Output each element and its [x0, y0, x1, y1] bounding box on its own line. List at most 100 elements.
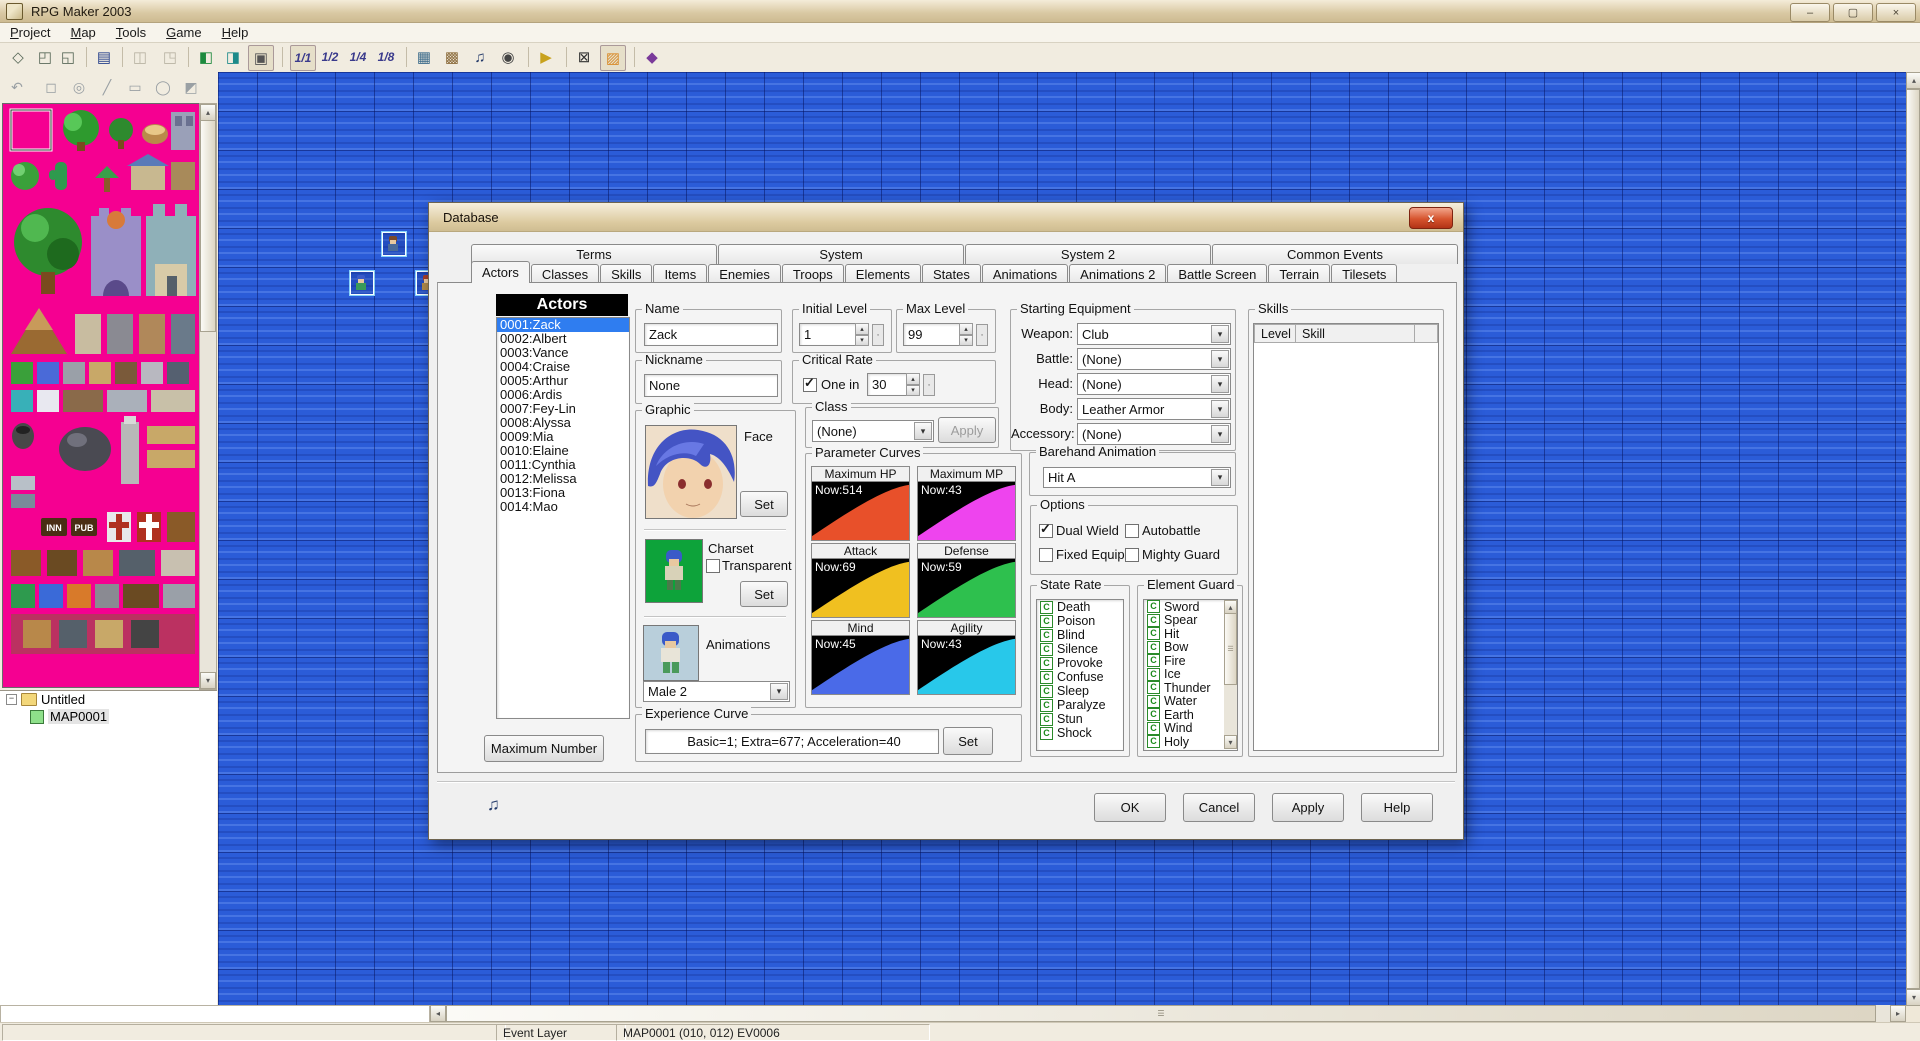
actor-item[interactable]: 0011:Cynthia — [497, 458, 629, 472]
map-event-1[interactable] — [382, 232, 406, 256]
curve-defense[interactable]: Defense Now:59 — [917, 543, 1016, 618]
tree-collapse-icon[interactable]: − — [6, 694, 17, 705]
save-icon[interactable]: ▤ — [92, 45, 116, 69]
state-item[interactable]: CBlind — [1037, 628, 1123, 642]
curve-agility[interactable]: Agility Now:43 — [917, 620, 1016, 695]
actors-list[interactable]: 0001:Zack 0002:Albert 0003:Vance 0004:Cr… — [496, 317, 630, 719]
element-scroll-up-icon[interactable]: ▴ — [1224, 600, 1237, 614]
chevron-down-icon[interactable]: ▾ — [1211, 350, 1229, 368]
map-scroll-down-icon[interactable]: ▾ — [1906, 989, 1920, 1006]
tileset-palette[interactable]: INN PUB — [2, 103, 200, 688]
rectangle-icon[interactable]: ▭ — [124, 76, 146, 98]
actor-item[interactable]: 0013:Fiona — [497, 486, 629, 500]
bgm-note-icon[interactable]: ♫ — [487, 795, 500, 815]
menu-help[interactable]: Help — [212, 25, 259, 40]
lower-layer-icon[interactable]: ◧ — [194, 45, 218, 69]
class-dropdown[interactable]: (None) ▾ — [812, 420, 934, 442]
map-scroll-right-icon[interactable]: ▸ — [1890, 1005, 1906, 1022]
curve-mind[interactable]: Mind Now:45 — [811, 620, 910, 695]
database-icon[interactable]: ▦ — [412, 45, 436, 69]
actor-item[interactable]: 0007:Fey-Lin — [497, 402, 629, 416]
actor-item[interactable]: 0004:Craise — [497, 360, 629, 374]
tab-battle-screen[interactable]: Battle Screen — [1167, 264, 1267, 283]
actor-item[interactable]: 0010:Elaine — [497, 444, 629, 458]
animation-set-dropdown[interactable]: Male 2 ▾ — [643, 681, 790, 702]
undo-icon[interactable]: ↶ — [6, 76, 28, 98]
state-rate-list[interactable]: CDeath CPoison CBlind CSilence CProvoke … — [1036, 599, 1124, 751]
skills-col-skill[interactable]: Skill — [1295, 324, 1421, 343]
tab-items[interactable]: Items — [653, 264, 707, 283]
select-icon[interactable]: ◻ — [40, 76, 62, 98]
palette-scroll-thumb[interactable] — [200, 120, 216, 332]
class-apply-button[interactable]: Apply — [938, 417, 996, 443]
map-event-2[interactable] — [350, 271, 374, 295]
face-image[interactable] — [645, 425, 737, 519]
tab-common-events[interactable]: Common Events — [1212, 244, 1458, 264]
initial-level-spin-extra[interactable]: ◦ — [872, 324, 884, 346]
curve-maximum-hp[interactable]: Maximum HP Now:514 — [811, 466, 910, 541]
actor-item[interactable]: 0005:Arthur — [497, 374, 629, 388]
weapon-dropdown[interactable]: Club▾ — [1077, 323, 1231, 345]
tab-enemies[interactable]: Enemies — [708, 264, 781, 283]
palette-scrollbar[interactable]: ▴ ▾ — [199, 103, 217, 690]
menu-tools[interactable]: Tools — [106, 25, 156, 40]
curve-attack[interactable]: Attack Now:69 — [811, 543, 910, 618]
critical-rate-spinner[interactable]: ▴▾ — [906, 373, 920, 396]
tree-root-row[interactable]: − Untitled — [0, 691, 217, 708]
actor-item[interactable]: 0001:Zack — [497, 318, 629, 332]
state-item[interactable]: CProvoke — [1037, 656, 1123, 670]
tab-troops[interactable]: Troops — [782, 264, 844, 283]
actor-item[interactable]: 0014:Mao — [497, 500, 629, 514]
zoom-1-1-button[interactable]: 1/1 — [290, 45, 316, 71]
spin-up-icon[interactable]: ▴ — [906, 373, 920, 385]
playtest-icon[interactable]: ▶ — [534, 45, 558, 69]
initial-level-spinner[interactable]: ▴▾ — [855, 323, 869, 346]
transparent-checkbox[interactable] — [706, 559, 720, 573]
actor-item[interactable]: 0003:Vance — [497, 346, 629, 360]
element-scroll-down-icon[interactable]: ▾ — [1224, 735, 1237, 749]
actor-item[interactable]: 0009:Mia — [497, 430, 629, 444]
state-item[interactable]: CShock — [1037, 726, 1123, 740]
tab-system[interactable]: System — [718, 244, 964, 264]
ellipse-icon[interactable]: ◯ — [152, 76, 174, 98]
barehand-animation-dropdown[interactable]: Hit A▾ — [1043, 467, 1231, 488]
title-screen-icon[interactable]: ▨ — [600, 45, 626, 71]
mighty-guard-checkbox[interactable] — [1125, 548, 1139, 562]
tab-skills[interactable]: Skills — [600, 264, 652, 283]
map-scroll-left-icon[interactable]: ◂ — [430, 1005, 446, 1022]
animations-image[interactable] — [643, 625, 699, 681]
tab-animations[interactable]: Animations — [982, 264, 1068, 283]
palette-scroll-down-icon[interactable]: ▾ — [200, 672, 216, 689]
tab-elements[interactable]: Elements — [845, 264, 921, 283]
map-vscroll-thumb[interactable] — [1906, 89, 1920, 989]
element-scroll-thumb[interactable]: ☰ — [1224, 613, 1237, 685]
accessory-dropdown[interactable]: (None)▾ — [1077, 423, 1231, 445]
map-hscroll-thumb[interactable]: ☰ — [446, 1005, 1876, 1022]
critical-rate-spin-extra[interactable]: ◦ — [923, 374, 935, 396]
chevron-down-icon[interactable]: ▾ — [1211, 375, 1229, 393]
tab-states[interactable]: States — [922, 264, 981, 283]
dialog-close-icon[interactable]: x — [1409, 207, 1453, 229]
max-level-input[interactable]: 99 — [903, 323, 964, 346]
element-guard-scrollbar[interactable]: ▴ ☰ ▾ — [1224, 600, 1237, 748]
zoom-1-2-button[interactable]: 1/2 — [318, 45, 342, 69]
pen-icon[interactable]: ╱ — [96, 76, 118, 98]
music-icon[interactable]: ♫ — [468, 45, 492, 69]
tree-map-row[interactable]: MAP0001 — [0, 708, 217, 725]
battle-dropdown[interactable]: (None)▾ — [1077, 348, 1231, 370]
palette-scroll-up-icon[interactable]: ▴ — [200, 104, 216, 121]
autobattle-checkbox[interactable] — [1125, 524, 1139, 538]
state-item[interactable]: CDeath — [1037, 600, 1123, 614]
spin-down-icon[interactable]: ▾ — [855, 335, 869, 347]
copy-icon[interactable]: ◫ — [128, 45, 152, 69]
state-item[interactable]: CStun — [1037, 712, 1123, 726]
actor-item[interactable]: 0002:Albert — [497, 332, 629, 346]
dual-wield-checkbox[interactable] — [1039, 524, 1053, 538]
help-button[interactable]: Help — [1361, 793, 1433, 822]
chevron-down-icon[interactable]: ▾ — [1211, 400, 1229, 418]
maximum-number-button[interactable]: Maximum Number — [484, 735, 604, 762]
menu-map[interactable]: Map — [60, 25, 105, 40]
nickname-input[interactable]: None — [644, 374, 778, 397]
state-item[interactable]: CPoison — [1037, 614, 1123, 628]
state-item[interactable]: CParalyze — [1037, 698, 1123, 712]
